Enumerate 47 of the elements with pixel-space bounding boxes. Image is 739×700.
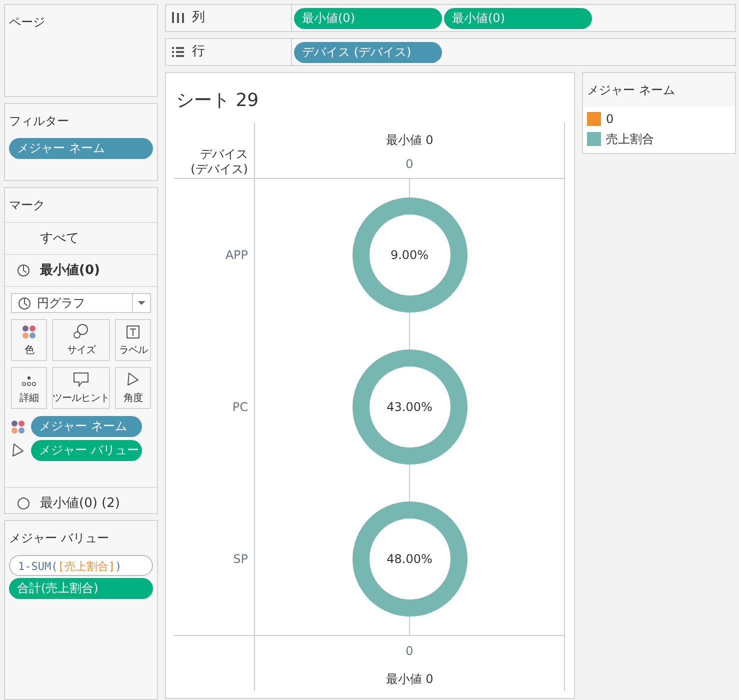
angle-icon <box>126 372 140 387</box>
donut-value: 48.00% <box>386 551 432 568</box>
detail-dots-icon <box>21 375 37 387</box>
pie-chart-icon <box>17 264 30 277</box>
angle-icon <box>11 443 25 458</box>
layer-label: 最小値(0) (2) <box>40 494 120 513</box>
dropdown-label: 円グラフ <box>37 295 86 312</box>
mark-type-dropdown[interactable]: 円グラフ <box>11 293 151 313</box>
column-header: 最小値 0 <box>386 132 434 149</box>
color-dots-icon <box>22 325 36 339</box>
panel-title: メジャー ネーム <box>586 82 676 99</box>
shelf-label: 列 <box>166 5 292 31</box>
mark-card-button[interactable]: サイズ <box>52 319 110 361</box>
color-dots-icon <box>11 420 25 434</box>
sheet-title: シート 29 <box>175 89 260 113</box>
mark-card-button[interactable]: ラベル <box>115 319 151 361</box>
rows-icon <box>172 46 184 58</box>
legend-label: 0 <box>606 111 614 128</box>
size-circles-icon <box>73 323 89 339</box>
row-label: PC <box>232 399 248 416</box>
panel-title: フィルター <box>8 113 70 130</box>
field-pill[interactable]: 1-SUM([売上割合]) <box>9 555 153 576</box>
pie-chart-icon <box>18 296 31 310</box>
axis-label: 0 <box>406 643 414 660</box>
mark-card-button[interactable]: 詳細 <box>11 367 47 409</box>
donut-value: 43.00% <box>386 399 432 416</box>
mark-card-button[interactable]: 角度 <box>115 367 151 409</box>
circle-mark-icon <box>17 497 30 510</box>
axis-label: 0 <box>406 156 414 173</box>
panel-title: メジャー バリュー <box>8 530 110 547</box>
text-label-icon <box>126 325 140 339</box>
shelf-label: 行 <box>166 39 292 65</box>
speech-bubble-icon <box>73 372 89 387</box>
mark-layer[interactable]: 最小値(0) (2) <box>5 487 157 519</box>
row-label: APP <box>225 247 248 264</box>
panel-title: ページ <box>8 14 46 31</box>
row-header: デバイス (デバイス) <box>190 147 248 176</box>
column-header: 最小値 0 <box>386 671 434 688</box>
mark-card-button[interactable]: ツールヒント <box>52 367 110 409</box>
donut-value: 9.00% <box>390 247 429 264</box>
layer-label: 最小値(0) <box>40 262 100 280</box>
panel-title: マーク <box>5 188 157 223</box>
columns-icon <box>172 12 184 24</box>
layer-label: すべて <box>40 230 79 248</box>
mark-card-button[interactable]: 色 <box>11 319 47 361</box>
row-label: SP <box>233 551 248 568</box>
legend-label: 売上割合 <box>606 131 654 148</box>
